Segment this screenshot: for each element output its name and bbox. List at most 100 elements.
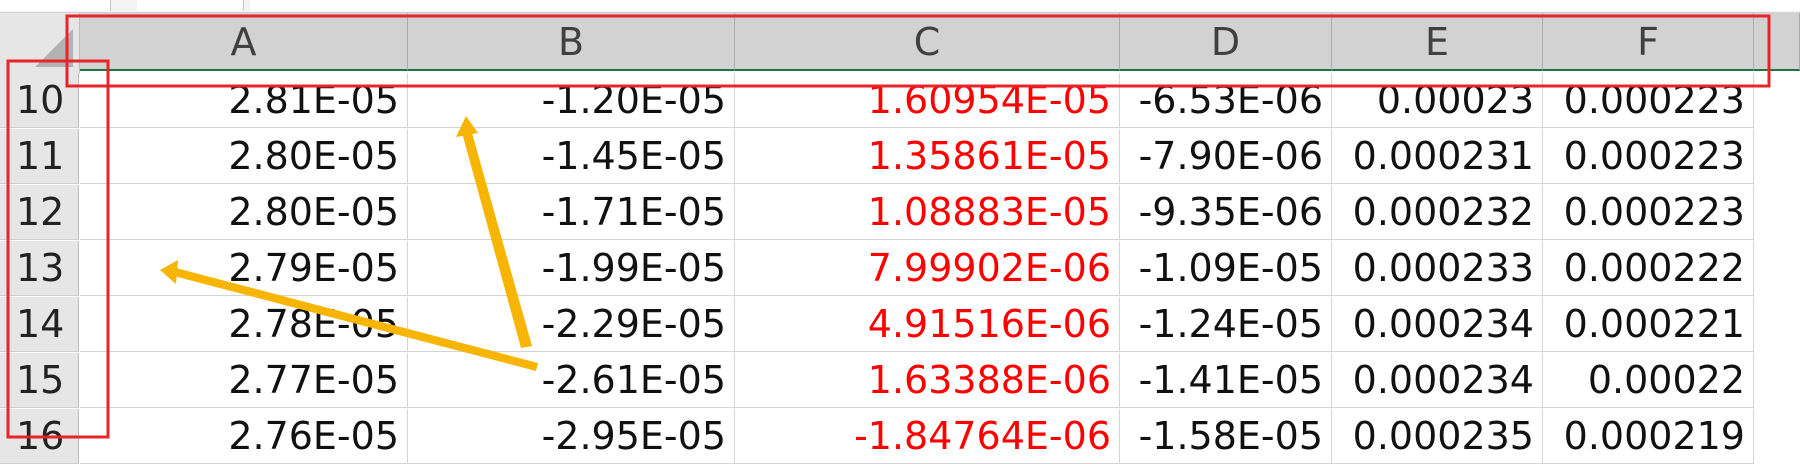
cell-e16[interactable]: 0.000235 [1332, 409, 1543, 464]
row-header-10[interactable]: 10 [0, 73, 79, 128]
cell-b12[interactable]: -1.71E-05 [408, 185, 735, 240]
cell-value: 2.80E-05 [228, 190, 399, 234]
cell-value: 2.79E-05 [228, 246, 399, 290]
cell-value: 0.00022 [1587, 358, 1745, 402]
cell-f12[interactable]: 0.000223 [1543, 185, 1754, 240]
row-header-16[interactable]: 16 [0, 409, 79, 464]
row-header-11[interactable]: 11 [0, 129, 79, 184]
cell-d13[interactable]: -1.09E-05 [1120, 241, 1332, 296]
cell-c11[interactable]: 1.35861E-05 [735, 129, 1120, 184]
cell-d12[interactable]: -9.35E-06 [1120, 185, 1332, 240]
select-all-button[interactable] [0, 13, 80, 73]
cell-e11[interactable]: 0.000231 [1332, 129, 1543, 184]
cell-f13[interactable]: 0.000222 [1543, 241, 1754, 296]
column-header-label: E [1424, 20, 1449, 64]
column-header-label: B [557, 20, 585, 64]
cell-a13[interactable]: 2.79E-05 [80, 241, 408, 296]
cell-value: 0.000234 [1352, 358, 1534, 402]
cell-c10[interactable]: 1.60954E-05 [735, 73, 1120, 128]
cell-value: 7.99902E-06 [867, 246, 1111, 290]
row-header-label: 12 [16, 190, 65, 234]
cell-f10[interactable]: 0.000223 [1543, 73, 1754, 128]
cell-value: -1.24E-05 [1138, 302, 1323, 346]
cell-f11[interactable]: 0.000223 [1543, 129, 1754, 184]
cell-b14[interactable]: -2.29E-05 [408, 297, 735, 352]
column-header-label: D [1210, 20, 1241, 64]
cell-value: -1.58E-05 [1138, 414, 1323, 458]
column-header-d[interactable]: D [1120, 13, 1332, 71]
cell-value: 0.000231 [1352, 134, 1534, 178]
cell-d14[interactable]: -1.24E-05 [1120, 297, 1332, 352]
cell-b10[interactable]: -1.20E-05 [408, 73, 735, 128]
row-header-12[interactable]: 12 [0, 185, 79, 240]
cell-c16[interactable]: -1.84764E-06 [735, 409, 1120, 464]
column-header-b[interactable]: B [408, 13, 735, 71]
cell-a14[interactable]: 2.78E-05 [80, 297, 408, 352]
cell-c15[interactable]: 1.63388E-06 [735, 353, 1120, 408]
cell-value: -1.41E-05 [1138, 358, 1323, 402]
column-header-f[interactable]: F [1543, 13, 1754, 71]
cell-d10[interactable]: -6.53E-06 [1120, 73, 1332, 128]
column-header-a[interactable]: A [80, 13, 408, 71]
cell-e14[interactable]: 0.000234 [1332, 297, 1543, 352]
cell-d16[interactable]: -1.58E-05 [1120, 409, 1332, 464]
cell-e15[interactable]: 0.000234 [1332, 353, 1543, 408]
row-header-label: 16 [16, 414, 65, 458]
cell-value: -1.71E-05 [541, 190, 726, 234]
cell-value: -1.20E-05 [541, 78, 726, 122]
cell-f14[interactable]: 0.000221 [1543, 297, 1754, 352]
column-header-e[interactable]: E [1332, 13, 1543, 71]
cell-a12[interactable]: 2.80E-05 [80, 185, 408, 240]
cell-a16[interactable]: 2.76E-05 [80, 409, 408, 464]
cell-b15[interactable]: -2.61E-05 [408, 353, 735, 408]
cell-value: -1.09E-05 [1138, 246, 1323, 290]
cell-value: 0.000223 [1563, 134, 1745, 178]
cell-b11[interactable]: -1.45E-05 [408, 129, 735, 184]
name-box[interactable] [0, 0, 111, 11]
cell-d15[interactable]: -1.41E-05 [1120, 353, 1332, 408]
cell-value: 0.000234 [1352, 302, 1534, 346]
cell-a15[interactable]: 2.77E-05 [80, 353, 408, 408]
cell-e12[interactable]: 0.000232 [1332, 185, 1543, 240]
cell-value: -9.35E-06 [1138, 190, 1323, 234]
cell-c12[interactable]: 1.08883E-05 [735, 185, 1120, 240]
cell-d11[interactable]: -7.90E-06 [1120, 129, 1332, 184]
cell-f15[interactable]: 0.00022 [1543, 353, 1754, 408]
cell-b13[interactable]: -1.99E-05 [408, 241, 735, 296]
select-all-triangle-icon [35, 29, 73, 67]
cell-c13[interactable]: 7.99902E-06 [735, 241, 1120, 296]
formula-buttons[interactable] [137, 0, 244, 11]
cell-e13[interactable]: 0.000233 [1332, 241, 1543, 296]
cell-value: 1.35861E-05 [867, 134, 1111, 178]
cell-b16[interactable]: -2.95E-05 [408, 409, 735, 464]
cell-value: 2.76E-05 [228, 414, 399, 458]
cell-value: -1.99E-05 [541, 246, 726, 290]
cell-a10[interactable]: 2.81E-05 [80, 73, 408, 128]
cell-value: 0.000233 [1352, 246, 1534, 290]
formula-bar [0, 0, 1800, 13]
column-header-filler [1754, 13, 1800, 71]
cell-f16[interactable]: 0.000219 [1543, 409, 1754, 464]
cell-c14[interactable]: 4.91516E-06 [735, 297, 1120, 352]
cell-value: 1.63388E-06 [867, 358, 1111, 402]
row-header-13[interactable]: 13 [0, 241, 79, 296]
cell-value: 0.000232 [1352, 190, 1534, 234]
cell-value: -2.29E-05 [541, 302, 726, 346]
row-header-15[interactable]: 15 [0, 353, 79, 408]
formula-input[interactable] [250, 0, 1800, 11]
column-header-label: A [230, 20, 257, 64]
row-header-14[interactable]: 14 [0, 297, 79, 352]
cell-value: 0.000219 [1563, 414, 1745, 458]
row-header-label: 14 [16, 302, 65, 346]
cell-value: -1.45E-05 [541, 134, 726, 178]
row-header-label: 15 [16, 358, 65, 402]
cell-e10[interactable]: 0.00023 [1332, 73, 1543, 128]
column-header-label: C [913, 20, 941, 64]
cell-value: 2.80E-05 [228, 134, 399, 178]
column-header-c[interactable]: C [735, 13, 1120, 71]
cell-a11[interactable]: 2.80E-05 [80, 129, 408, 184]
row-header-label: 13 [16, 246, 65, 290]
cell-value: 0.000223 [1563, 190, 1745, 234]
cell-value: 1.08883E-05 [867, 190, 1111, 234]
cell-value: 4.91516E-06 [867, 302, 1111, 346]
